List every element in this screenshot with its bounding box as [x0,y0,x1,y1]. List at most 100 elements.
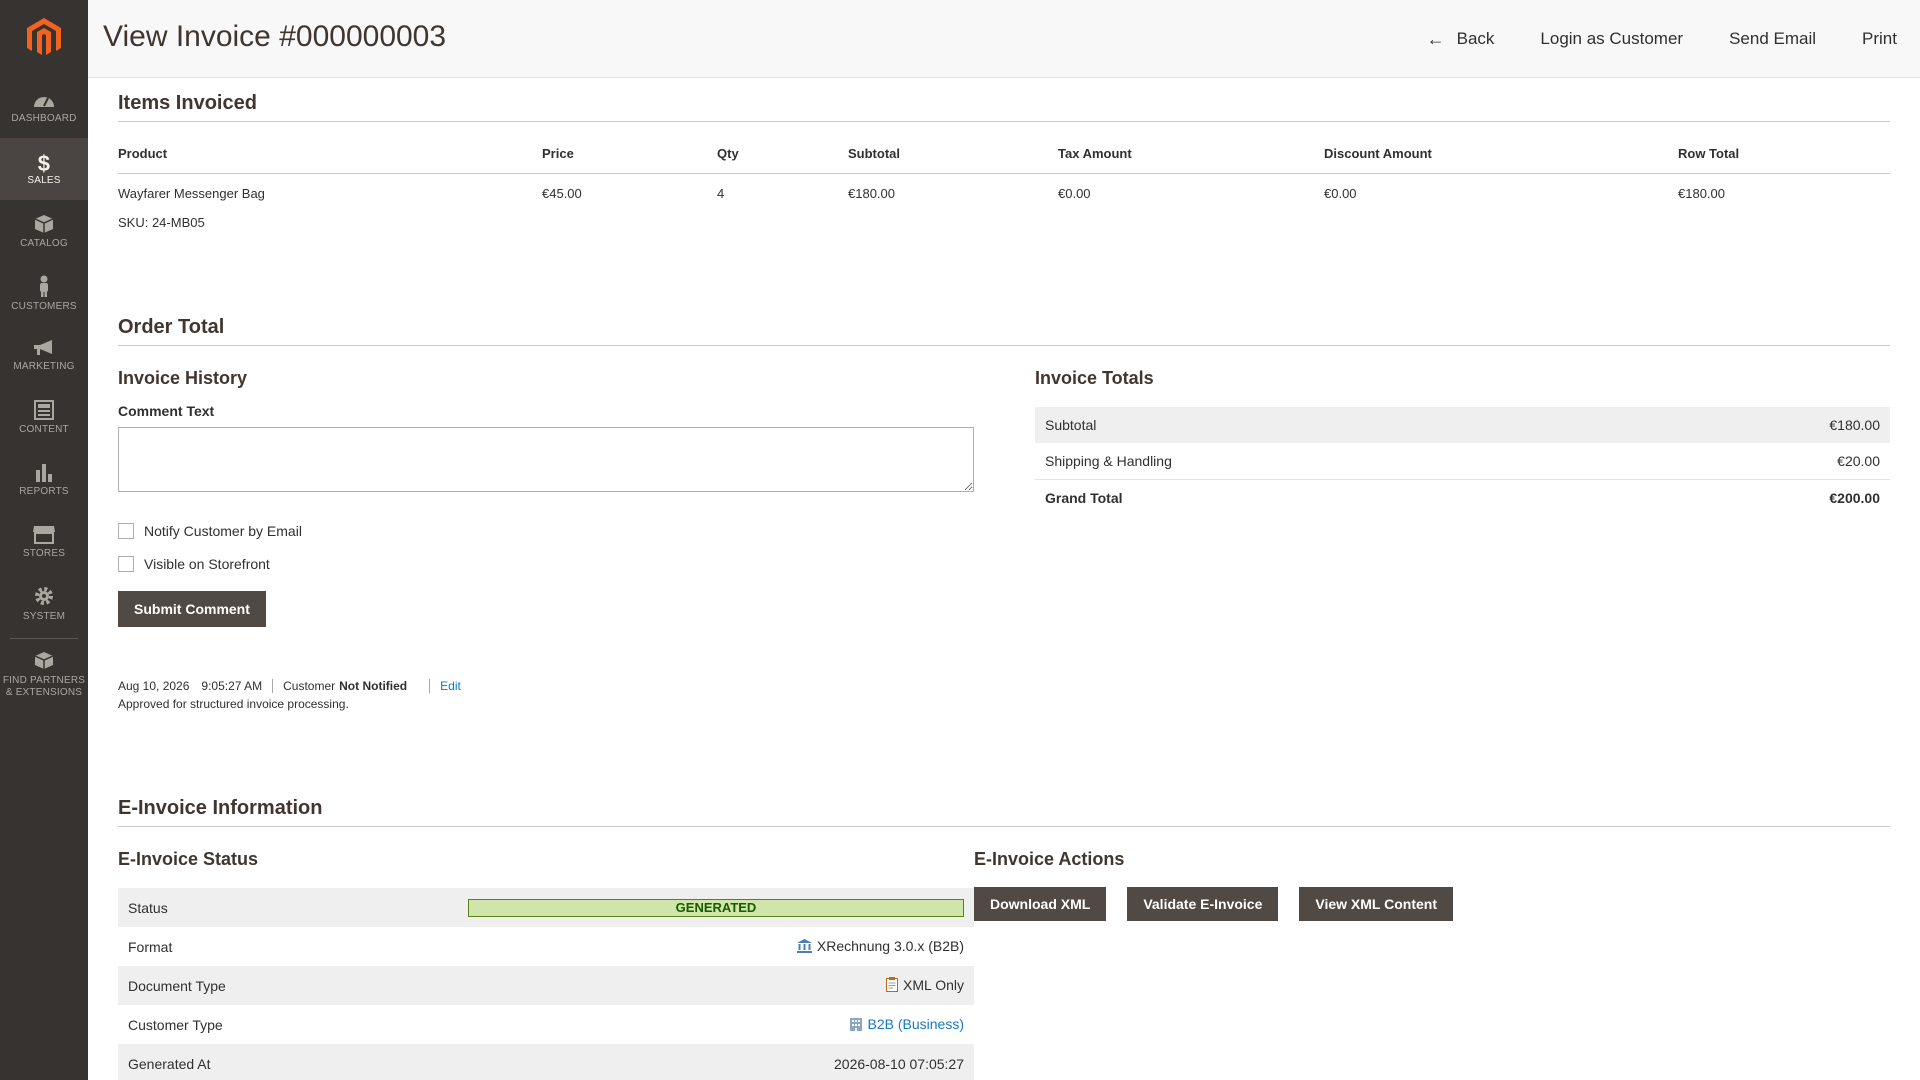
einvoice-status: E-Invoice Status Status GENERATED Format… [118,849,974,1080]
meta-divider [272,679,274,693]
cell-discount: €0.00 [1324,186,1357,201]
cell-row-total: €180.00 [1678,186,1725,201]
order-total-columns: Invoice History Comment Text Notify Cust… [118,368,1890,711]
invoice-totals-title: Invoice Totals [1035,368,1154,388]
clipboard-icon [886,976,899,995]
col-price: Price [542,146,717,174]
nav-sales[interactable]: $ SALES [0,138,88,200]
nav-sales-label: SALES [27,174,61,186]
invoice-history-title: Invoice History [118,368,248,388]
format-row: Format XRechnung 3.0.x (B2B) [118,927,974,966]
totals-row-grand: Grand Total €200.00 [1035,479,1890,516]
document-type-label: Document Type [118,966,278,1005]
einvoice-status-table: Status GENERATED Format XRechnung 3.0.x … [118,888,974,1080]
col-row-total: Row Total [1678,146,1890,174]
visible-storefront-label: Visible on Storefront [144,556,270,572]
cell-subtotal: €180.00 [848,186,895,201]
totals-row-shipping: Shipping & Handling €20.00 [1035,443,1890,480]
magento-logo-icon [27,18,61,55]
back-button[interactable]: ← Back [1404,29,1518,50]
order-total-section: Order Total Invoice History Comment Text… [118,316,1890,711]
nav-stores[interactable]: STORES [0,510,88,572]
generated-at-value: 2026-08-10 07:05:27 [277,1044,974,1080]
header-actions: ← Back Login as Customer Send Email Prin… [1404,0,1920,78]
items-invoiced-title: Items Invoiced [118,92,1890,122]
nav-system[interactable]: SYSTEM [0,572,88,634]
magento-logo[interactable] [0,0,88,76]
invoice-history: Invoice History Comment Text Notify Cust… [118,368,974,711]
comment-textarea[interactable] [118,427,974,492]
subtotal-value: €180.00 [1612,407,1890,443]
shipping-value: €20.00 [1837,453,1880,469]
customer-type-label: Customer Type [128,1016,223,1033]
subtotal-label: Subtotal [1035,407,1613,443]
nav-marketing[interactable]: MARKETING [0,324,88,386]
format-label: Format [128,938,173,955]
send-email-button[interactable]: Send Email [1706,29,1839,49]
nav-content-label: CONTENT [19,423,69,435]
grand-total-value: €200.00 [1612,479,1890,516]
einvoice-status-title: E-Invoice Status [118,849,259,869]
status-label: Status [118,888,278,927]
dashboard-icon [34,96,54,107]
nav-content[interactable]: CONTENT [0,386,88,448]
status-row: Status GENERATED [118,888,974,927]
history-date: Aug 10, 2026 [118,679,190,693]
generated-at-row: Generated At 2026-08-10 07:05:27 [118,1044,974,1080]
login-as-customer-button[interactable]: Login as Customer [1517,29,1706,49]
history-customer-prefix: Customer [283,679,336,693]
validate-einvoice-button[interactable]: Validate E-Invoice [1127,887,1279,921]
table-row: Wayfarer Messenger Bag SKU: 24-MB05 €45.… [118,174,1890,230]
nav-dashboard-label: DASHBOARD [11,112,77,124]
main-content: Items Invoiced Product Price Qty Subtota… [118,78,1890,1080]
nav-customers-label: CUSTOMERS [11,300,77,312]
layout-icon [34,399,54,420]
col-tax-amount: Tax Amount [1058,146,1324,174]
history-customer-status: Not Notified [339,679,408,693]
visible-storefront-row[interactable]: Visible on Storefront [118,556,974,572]
grand-total-label: Grand Total [1035,479,1613,516]
col-subtotal: Subtotal [848,146,1058,174]
document-type-value: XML Only [903,976,964,993]
product-name: Wayfarer Messenger Bag [118,186,265,201]
nav-dashboard[interactable]: DASHBOARD [0,76,88,138]
submit-comment-button[interactable]: Submit Comment [118,591,266,627]
status-badge: GENERATED [468,898,964,917]
shipping-label: Shipping & Handling [1045,453,1172,469]
product-sku: SKU: 24-MB05 [118,215,205,230]
notify-customer-label: Notify Customer by Email [144,523,302,539]
storefront-icon [33,525,55,544]
nav-partners-label-1: FIND PARTNERS [2,675,86,686]
download-xml-button[interactable]: Download XML [974,887,1107,921]
col-discount-amount: Discount Amount [1324,146,1678,174]
nav-marketing-label: MARKETING [13,360,75,372]
visible-storefront-checkbox[interactable] [118,556,134,572]
cell-tax: €0.00 [1058,186,1091,201]
print-button[interactable]: Print [1839,29,1920,49]
person-icon [40,275,48,297]
items-invoiced-section: Items Invoiced Product Price Qty Subtota… [118,92,1890,230]
nav-partners-label-2: & EXTENSIONS [5,687,83,698]
cell-price: €45.00 [542,186,582,201]
view-xml-content-button[interactable]: View XML Content [1299,887,1453,921]
order-total-title: Order Total [118,316,1890,346]
meta-divider [429,679,431,693]
nav-catalog[interactable]: CATALOG [0,200,88,262]
einvoice-section: E-Invoice Information E-Invoice Status S… [118,797,1890,1080]
nav-system-label: SYSTEM [22,610,66,622]
document-type-row: Document Type XML Only [118,966,974,1005]
history-edit-link[interactable]: Edit [440,679,461,693]
gear-icon [35,586,53,605]
notify-customer-checkbox[interactable] [118,523,134,539]
nav-reports[interactable]: REPORTS [0,448,88,510]
back-label: Back [1456,29,1495,48]
box-icon [34,214,54,233]
items-table: Product Price Qty Subtotal Tax Amount Di… [118,146,1890,230]
arrow-left-icon: ← [1426,28,1445,49]
notify-customer-row[interactable]: Notify Customer by Email [118,523,974,539]
nav-customers[interactable]: CUSTOMERS [0,262,88,324]
nav-reports-label: REPORTS [19,485,69,497]
customer-type-row: Customer Type B2B (Business) [118,1005,974,1044]
nav-find-partners[interactable]: FIND PARTNERS & EXTENSIONS [0,643,88,707]
history-time: 9:05:27 AM [201,679,263,693]
